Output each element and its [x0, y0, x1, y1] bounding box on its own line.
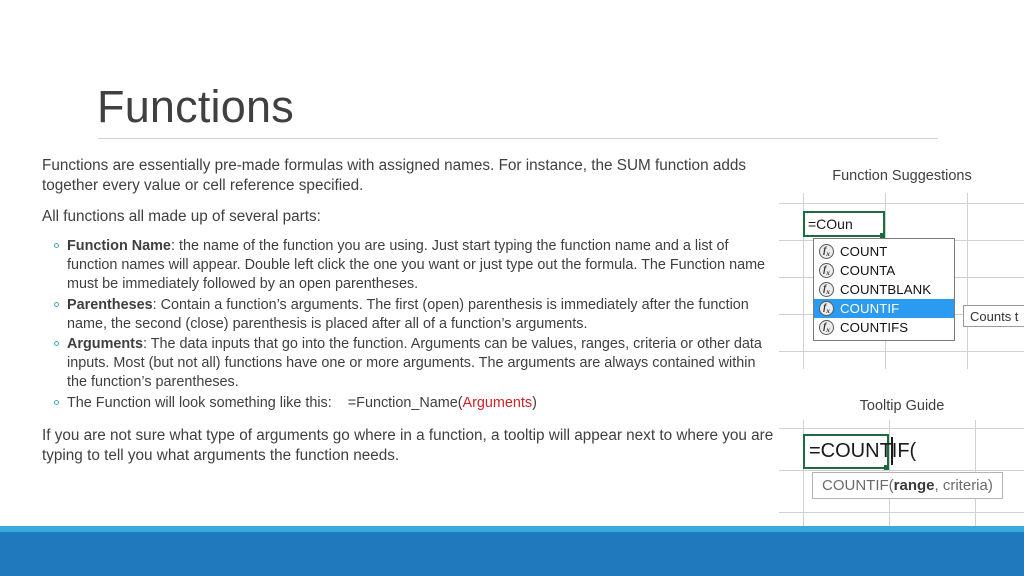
intro-paragraph: Functions are essentially pre-made formu…	[42, 157, 746, 195]
title-divider	[98, 138, 938, 139]
figure-caption-function-suggestions: Function Suggestions	[832, 168, 972, 184]
signature-prefix: COUNTIF(	[822, 477, 894, 494]
fx-icon: fx	[819, 301, 834, 316]
suggestion-label: COUNTIF	[840, 301, 900, 316]
suggestion-item-countblank[interactable]: fx COUNTBLANK	[814, 280, 954, 299]
suggestion-item-countifs[interactable]: fx COUNTIFS	[814, 318, 954, 337]
signature-rest: , criteria)	[934, 477, 993, 494]
grid-line	[779, 351, 1024, 352]
fx-icon: fx	[819, 320, 834, 335]
grid-line	[779, 203, 1024, 204]
parts-lead-paragraph: All functions all made up of several par…	[42, 207, 321, 225]
example-formula-arguments: Arguments	[462, 394, 533, 411]
closing-paragraph: If you are not sure what type of argumen…	[42, 426, 774, 465]
grid-line	[779, 428, 1024, 429]
fill-handle[interactable]	[884, 465, 889, 470]
page-title: Functions	[97, 81, 294, 132]
suggestion-description-tooltip: Counts t	[963, 305, 1024, 327]
grid-line	[779, 470, 1024, 471]
figure-caption-tooltip-guide: Tooltip Guide	[859, 398, 945, 414]
fx-icon: fx	[819, 263, 834, 278]
bullet-term: Parentheses	[67, 296, 153, 313]
function-signature-tooltip: COUNTIF(range, criteria)	[812, 472, 1003, 499]
suggestion-label: COUNTIFS	[840, 320, 909, 335]
slide-body-content: Functions are essentially pre-made formu…	[42, 156, 779, 479]
suggestion-item-count[interactable]: fx COUNT	[814, 242, 954, 261]
bullet-text: : Contain a function’s arguments. The fi…	[67, 296, 749, 332]
active-cell[interactable]: =COun	[803, 211, 885, 237]
excel-grid-function-suggestions: =COun fx COUNT fx COUNTA fx COUNTBLANK f…	[779, 193, 1024, 369]
suggestion-label: COUNTA	[840, 263, 896, 278]
function-suggestion-dropdown[interactable]: fx COUNT fx COUNTA fx COUNTBLANK fx COUN…	[813, 238, 955, 341]
fx-icon: fx	[819, 244, 834, 259]
bullet-text: : The data inputs that go into the funct…	[67, 336, 762, 391]
text-cursor-caret	[891, 437, 893, 465]
example-formula-prefix: =Function_Name(	[347, 394, 463, 411]
bullet-circle-icon	[54, 341, 59, 347]
active-cell-value: =COUNTIF(	[809, 440, 917, 462]
suggestion-label: COUNTBLANK	[840, 282, 932, 297]
list-item: Parentheses: Contain a function’s argume…	[42, 296, 779, 334]
footer-banner	[0, 532, 1024, 576]
suggestion-item-counta[interactable]: fx COUNTA	[814, 261, 954, 280]
grid-line	[779, 512, 1024, 513]
active-cell-value: =COun	[808, 216, 853, 232]
list-item-example: The Function will look something like th…	[42, 394, 779, 413]
excel-grid-tooltip-guide: =COUNTIF( COUNTIF(range, criteria)	[779, 420, 1024, 526]
bullet-circle-icon	[54, 301, 59, 307]
suggestion-item-countif[interactable]: fx COUNTIF	[814, 299, 954, 318]
example-spacer	[332, 395, 348, 411]
signature-active-argument: range	[893, 477, 935, 494]
example-formula-suffix: )	[532, 394, 537, 411]
bullet-circle-icon	[54, 243, 59, 249]
bullet-text: : the name of the function you are using…	[67, 238, 766, 293]
active-cell[interactable]: =COUNTIF(	[803, 434, 916, 469]
bullet-term: Arguments	[67, 336, 143, 353]
suggestion-label: COUNT	[840, 244, 888, 259]
example-lead-text: The Function will look something like th…	[67, 394, 332, 411]
function-parts-list: Function Name: the name of the function …	[42, 237, 779, 412]
bullet-circle-icon	[54, 399, 59, 405]
list-item: Function Name: the name of the function …	[42, 237, 779, 293]
list-item: Arguments: The data inputs that go into …	[42, 335, 779, 391]
grid-line	[967, 193, 968, 369]
bullet-term: Function Name	[67, 238, 171, 255]
fx-icon: fx	[819, 282, 834, 297]
